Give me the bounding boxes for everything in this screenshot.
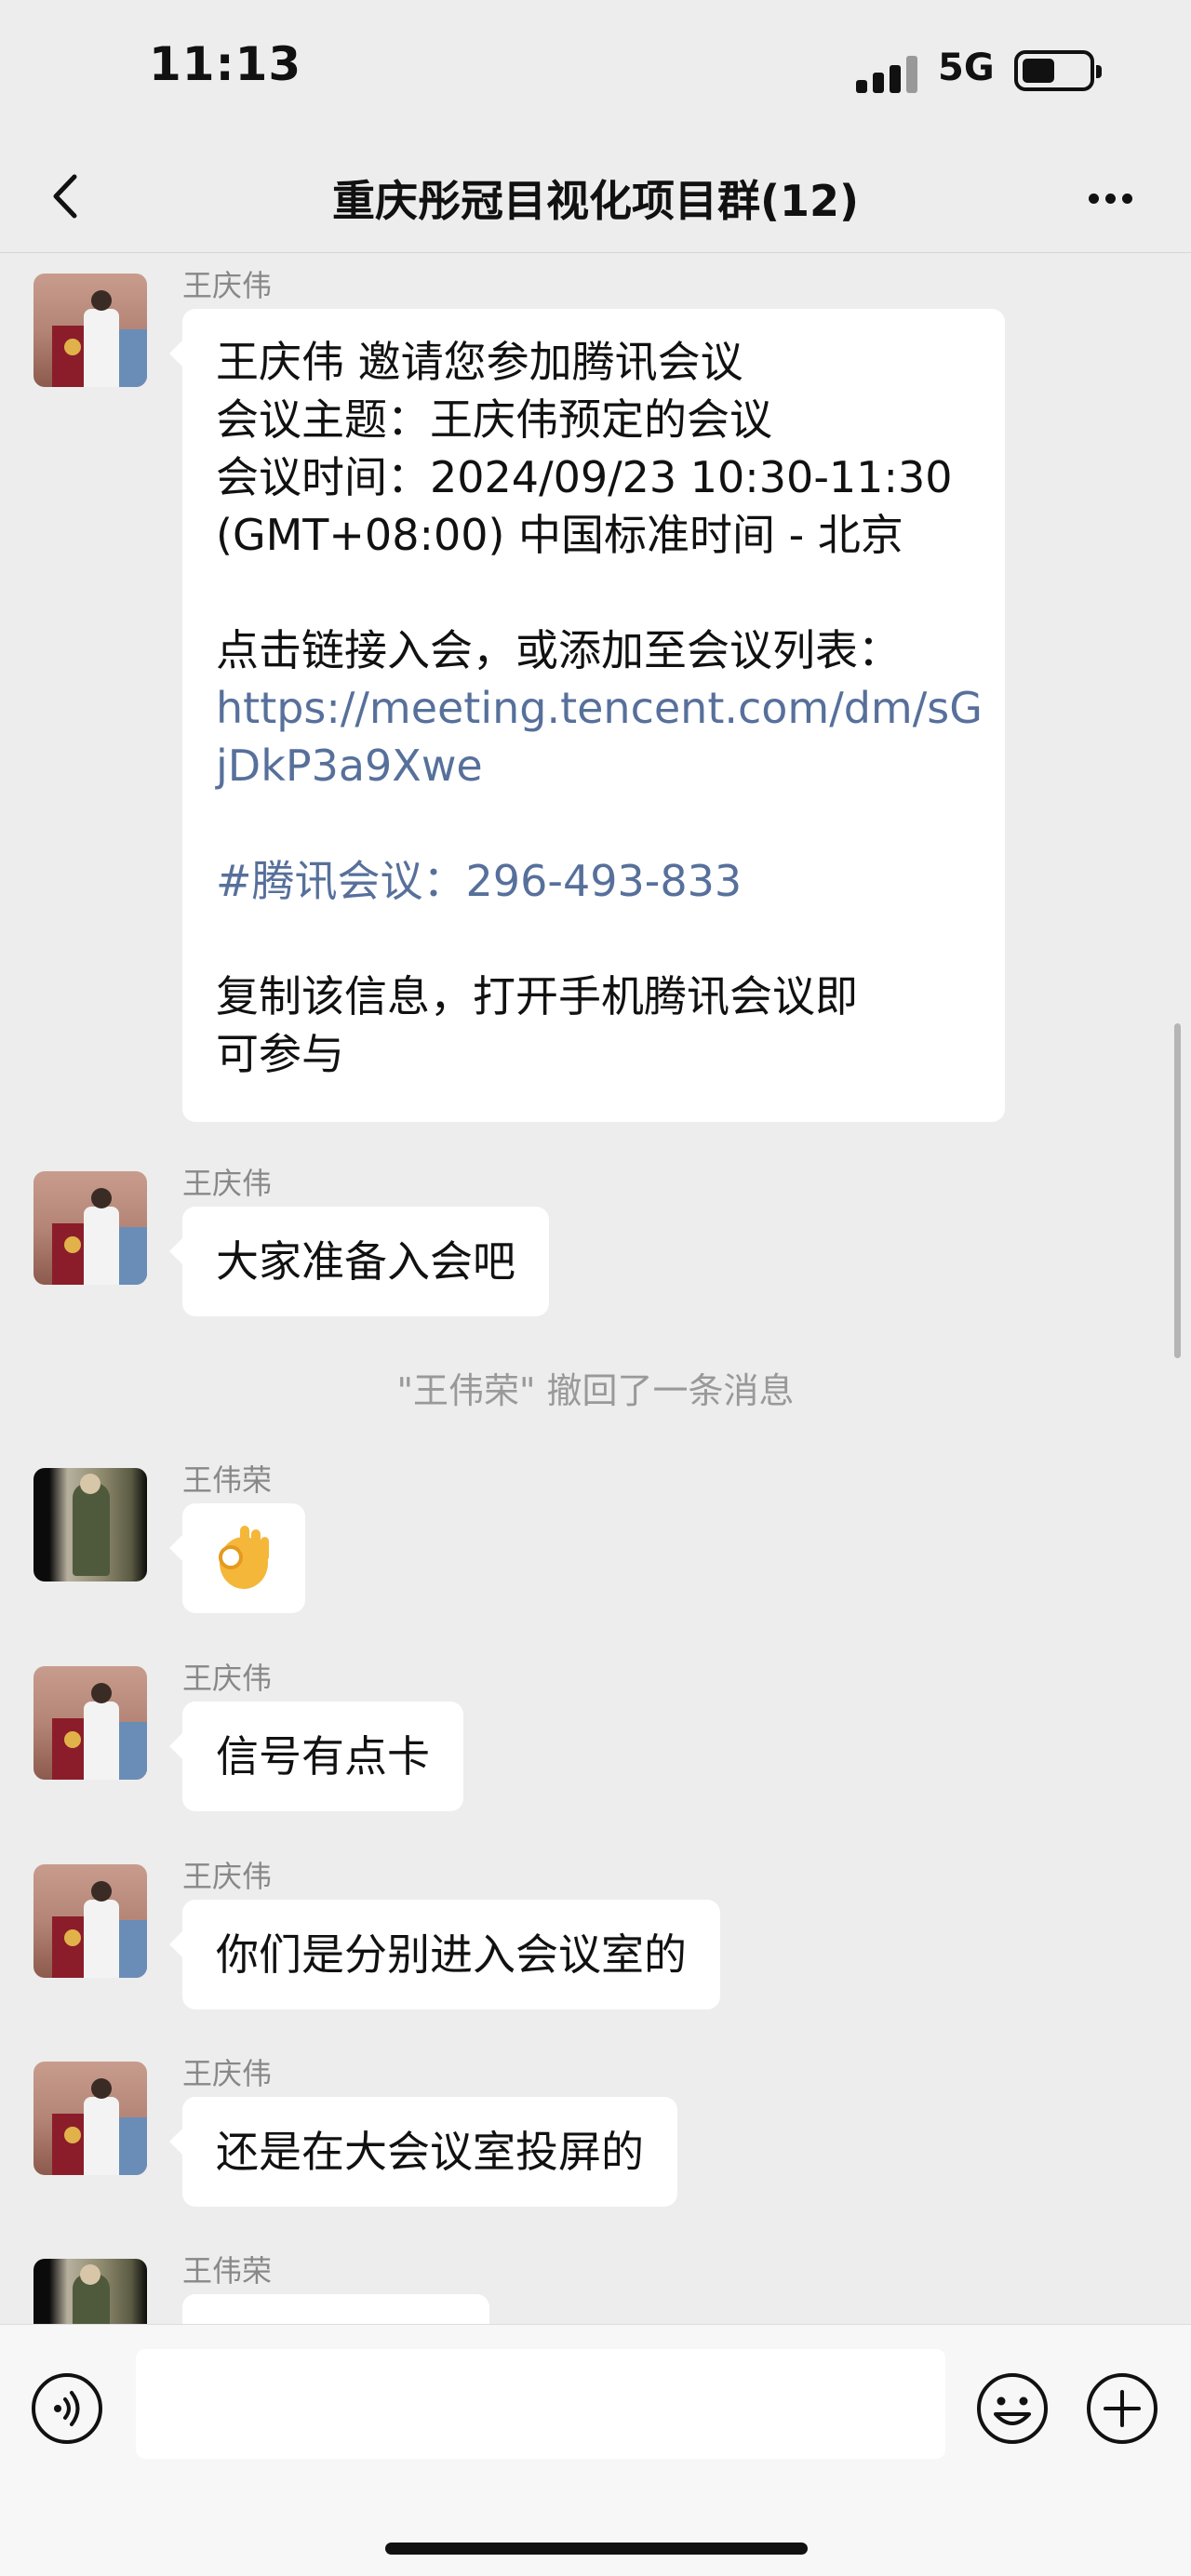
message-bubble[interactable]: 你们是分别进入会议室的 xyxy=(169,1900,720,2009)
plus-button[interactable] xyxy=(1085,2371,1159,2446)
message-line: (GMT+08:00) 中国标准时间 - 北京 xyxy=(216,510,903,560)
avatar[interactable] xyxy=(33,1864,147,1978)
ok-hand-emoji-icon xyxy=(219,1526,269,1589)
sender-name: 王庆伟 xyxy=(182,2056,273,2091)
voice-button[interactable] xyxy=(30,2371,104,2446)
sender-name: 王庆伟 xyxy=(182,1859,273,1894)
avatar[interactable] xyxy=(33,2062,147,2175)
status-bar: 11:13 5G xyxy=(0,0,1191,140)
plus-circle-icon xyxy=(1087,2373,1158,2444)
status-time: 11:13 xyxy=(149,37,302,91)
signal-icon xyxy=(856,56,921,93)
emoji-button[interactable] xyxy=(975,2371,1050,2446)
message-line xyxy=(216,794,971,852)
avatar[interactable] xyxy=(33,2259,147,2324)
meeting-link[interactable]: https://meeting.tencent.com/dm/sG xyxy=(216,679,983,737)
sender-name: 王伟荣 xyxy=(182,2253,273,2289)
message-bubble[interactable]: 还是在大会议室投屏的 xyxy=(169,2097,677,2207)
message-line xyxy=(216,910,971,968)
sender-name: 王伟荣 xyxy=(182,1462,273,1498)
message-line: 会议时间：2024/09/23 10:30-11:30 xyxy=(216,452,953,502)
chat-area[interactable]: 王庆伟 王庆伟 邀请您参加腾讯会议 会议主题：王庆伟预定的会议 会议时间：202… xyxy=(0,253,1191,2324)
sender-name: 王庆伟 xyxy=(182,1661,273,1696)
network-label: 5G xyxy=(938,47,995,89)
meeting-id-link[interactable]: #腾讯会议：296-493-833 xyxy=(216,852,971,910)
message-bubble[interactable]: 大家准备入会吧 xyxy=(169,1207,549,1316)
sender-name: 王庆伟 xyxy=(182,1166,273,1201)
message-bubble[interactable] xyxy=(169,1503,305,1613)
more-horizontal-icon[interactable] xyxy=(1077,173,1143,220)
message-text: 大家准备入会吧 xyxy=(216,1236,515,1287)
avatar[interactable] xyxy=(33,1171,147,1285)
message-bubble[interactable] xyxy=(182,2294,489,2324)
home-indicator xyxy=(385,2543,808,2555)
nav-bar: 重庆彤冠目视化项目群(12) xyxy=(0,140,1191,253)
scrollbar[interactable] xyxy=(1174,1023,1181,1358)
smiley-icon xyxy=(977,2373,1048,2444)
chat-title: 重庆彤冠目视化项目群(12) xyxy=(331,176,860,226)
message-text: 你们是分别进入会议室的 xyxy=(216,1929,687,1980)
meeting-link[interactable]: jDkP3a9Xwe xyxy=(216,737,971,794)
message-bubble[interactable]: 信号有点卡 xyxy=(169,1702,463,1811)
message-bubble[interactable]: 王庆伟 邀请您参加腾讯会议 会议主题：王庆伟预定的会议 会议时间：2024/09… xyxy=(169,309,1005,1122)
battery-icon xyxy=(1014,50,1102,91)
message-line: 复制该信息，打开手机腾讯会议即 xyxy=(216,971,858,1021)
message-line: 会议主题：王庆伟预定的会议 xyxy=(216,394,772,445)
avatar[interactable] xyxy=(33,1666,147,1780)
message-line xyxy=(216,564,971,621)
input-bar xyxy=(0,2324,1191,2576)
voice-icon xyxy=(32,2373,102,2444)
avatar[interactable] xyxy=(33,274,147,387)
message-text: 还是在大会议室投屏的 xyxy=(216,2127,644,2177)
message-line: 可参与 xyxy=(216,1029,344,1079)
message-text: 信号有点卡 xyxy=(216,1731,430,1782)
avatar[interactable] xyxy=(33,1468,147,1582)
message-line: 王庆伟 邀请您参加腾讯会议 xyxy=(216,337,743,387)
message-line: 点击链接入会，或添加至会议列表： xyxy=(216,625,901,675)
sender-name: 王庆伟 xyxy=(182,268,273,303)
recall-notice: "王伟荣" 撤回了一条消息 xyxy=(396,1370,795,1411)
message-input[interactable] xyxy=(136,2349,945,2459)
